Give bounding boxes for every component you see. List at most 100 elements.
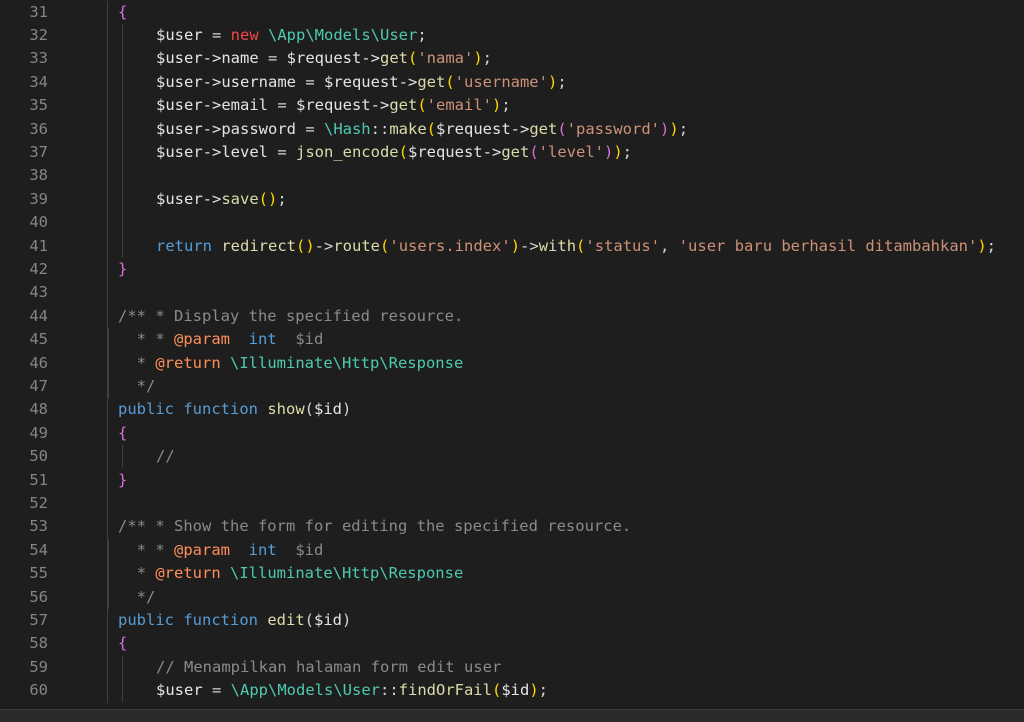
code-token: ( xyxy=(380,236,390,255)
code-token: \Illuminate\Http\Response xyxy=(230,564,464,583)
line-number: 39 xyxy=(29,189,48,208)
code-line[interactable]: 32 $user = new \App\Models\User; xyxy=(0,24,1024,47)
code-line[interactable]: 56 */ xyxy=(0,586,1024,609)
code-line[interactable]: 34 $user->username = $request->get('usern… xyxy=(0,71,1024,94)
code-token: = xyxy=(258,49,287,68)
code-content[interactable]: * @return \Illuminate\Http\Response xyxy=(118,352,464,375)
code-line[interactable]: 48 public function show($id) xyxy=(0,398,1024,421)
code-token: () xyxy=(258,189,278,208)
code-line[interactable]: 36 $user->password = \Hash::make($request… xyxy=(0,118,1024,141)
code-editor[interactable]: 31 {32 $user = new \App\Models\User; 33 $use… xyxy=(0,0,1024,709)
code-content[interactable]: $user = new \App\Models\User; xyxy=(156,24,427,47)
code-line[interactable]: 39 $user->save(); xyxy=(0,188,1024,211)
line-number: 60 xyxy=(29,681,48,700)
code-token: ) xyxy=(660,119,670,138)
code-token: * * xyxy=(118,330,174,349)
code-token: :: xyxy=(379,681,399,700)
code-token: 'nama' xyxy=(417,49,474,68)
code-line[interactable]: 52 xyxy=(0,492,1024,515)
code-token: ( xyxy=(576,236,586,255)
code-token: @param xyxy=(174,540,230,559)
code-line[interactable]: 49 { xyxy=(0,422,1024,445)
code-line[interactable]: 31 { xyxy=(0,1,1024,24)
code-line[interactable]: 54 * * @param int $id xyxy=(0,539,1024,562)
code-line[interactable]: 55 * @return \Illuminate\Http\Response xyxy=(0,562,1024,585)
code-content[interactable]: $user->name = $request->get('nama'); xyxy=(156,47,492,70)
code-content[interactable]: /** * Show the form for editing the spec… xyxy=(118,515,631,538)
code-token: */ xyxy=(118,376,156,395)
code-content[interactable]: { xyxy=(118,422,127,445)
code-content[interactable]: // xyxy=(156,445,175,468)
code-line[interactable]: 40 xyxy=(0,211,1024,234)
code-content[interactable]: $user->email = $request->get('email'); xyxy=(156,94,511,117)
code-token: -> xyxy=(314,236,334,255)
code-token: return xyxy=(156,236,212,255)
code-line[interactable]: 53 /** * Show the form for editing the sp… xyxy=(0,515,1024,538)
code-token: ; xyxy=(538,681,549,700)
code-content[interactable]: */ xyxy=(118,375,156,398)
code-line[interactable]: 59 // Menampilkan halaman form edit user xyxy=(0,656,1024,679)
code-token: :: xyxy=(370,119,390,138)
code-line[interactable]: 60 $user = \App\Models\User::findOrFail($… xyxy=(0,679,1024,702)
code-line[interactable]: 58 { xyxy=(0,632,1024,655)
code-line[interactable]: 50 // xyxy=(0,445,1024,468)
code-token: ; xyxy=(678,119,689,138)
line-number: 47 xyxy=(29,376,48,395)
code-token: $request-> xyxy=(436,119,530,138)
code-content[interactable]: * @return \Illuminate\Http\Response xyxy=(118,562,464,585)
code-content[interactable]: $user->level = json_encode($request->get… xyxy=(156,141,632,164)
code-content[interactable]: return redirect()->route('users.index')-… xyxy=(156,235,996,258)
code-line[interactable]: 41 return redirect()->route('users.index'… xyxy=(0,235,1024,258)
code-line[interactable]: 37 $user->level = json_encode($request->g… xyxy=(0,141,1024,164)
code-content[interactable]: $user->password = \Hash::make($request->… xyxy=(156,118,688,141)
code-content[interactable]: public function edit($id) xyxy=(118,609,351,632)
code-content[interactable]: * * @param int $id xyxy=(118,539,324,562)
code-content[interactable]: // Menampilkan halaman form edit user xyxy=(156,656,501,679)
code-line[interactable]: 33 $user->name = $request->get('nama'); xyxy=(0,47,1024,70)
code-line[interactable]: 38 xyxy=(0,164,1024,187)
code-content[interactable]: $user->username = $request->get('usernam… xyxy=(156,71,567,94)
code-line[interactable]: 46 * @return \Illuminate\Http\Response xyxy=(0,352,1024,375)
code-token: make xyxy=(389,119,427,138)
code-content[interactable]: * * @param int $id xyxy=(118,328,324,351)
code-token: int xyxy=(248,330,277,349)
code-content[interactable]: { xyxy=(118,1,127,24)
code-line[interactable]: 51} xyxy=(0,469,1024,492)
code-token: @param xyxy=(174,330,230,349)
code-line[interactable]: 42} xyxy=(0,258,1024,281)
code-token: @return xyxy=(155,353,221,372)
code-line[interactable]: 35 $user->email = $request->get('email'); xyxy=(0,94,1024,117)
code-token: show xyxy=(267,400,305,419)
code-content[interactable]: $user->save(); xyxy=(156,188,287,211)
code-token: edit xyxy=(267,610,305,629)
code-token: get xyxy=(379,49,408,68)
code-token: $id xyxy=(276,540,324,559)
code-token: * xyxy=(118,353,156,372)
code-token: ) xyxy=(613,142,623,161)
line-number: 35 xyxy=(29,96,48,115)
line-number: 32 xyxy=(29,25,48,44)
code-token: $user xyxy=(156,681,203,700)
code-token: with xyxy=(538,236,577,255)
code-token: get xyxy=(417,72,446,91)
code-token: ; xyxy=(417,25,427,44)
code-line[interactable]: 47 */ xyxy=(0,375,1024,398)
code-line[interactable]: 45 * * @param int $id xyxy=(0,328,1024,351)
code-content[interactable]: { xyxy=(118,632,127,655)
code-line[interactable]: 44 /** * Display the specified resource. xyxy=(0,305,1024,328)
line-number: 48 xyxy=(29,400,48,419)
code-content[interactable]: $user = \App\Models\User::findOrFail($id… xyxy=(156,679,548,702)
code-token: function xyxy=(183,610,258,629)
code-token: 'users.index' xyxy=(389,236,511,255)
code-line[interactable]: 43 xyxy=(0,281,1024,304)
code-content[interactable]: /** * Display the specified resource. xyxy=(118,305,463,328)
code-line[interactable]: 57 public function edit($id) xyxy=(0,609,1024,632)
code-token: ) xyxy=(510,236,521,255)
line-number: 56 xyxy=(29,587,48,606)
line-number: 41 xyxy=(29,236,48,255)
code-content[interactable]: } xyxy=(118,258,127,281)
code-content[interactable]: public function show($id) xyxy=(118,398,351,421)
code-content[interactable]: */ xyxy=(118,586,156,609)
code-content[interactable]: } xyxy=(118,469,127,492)
